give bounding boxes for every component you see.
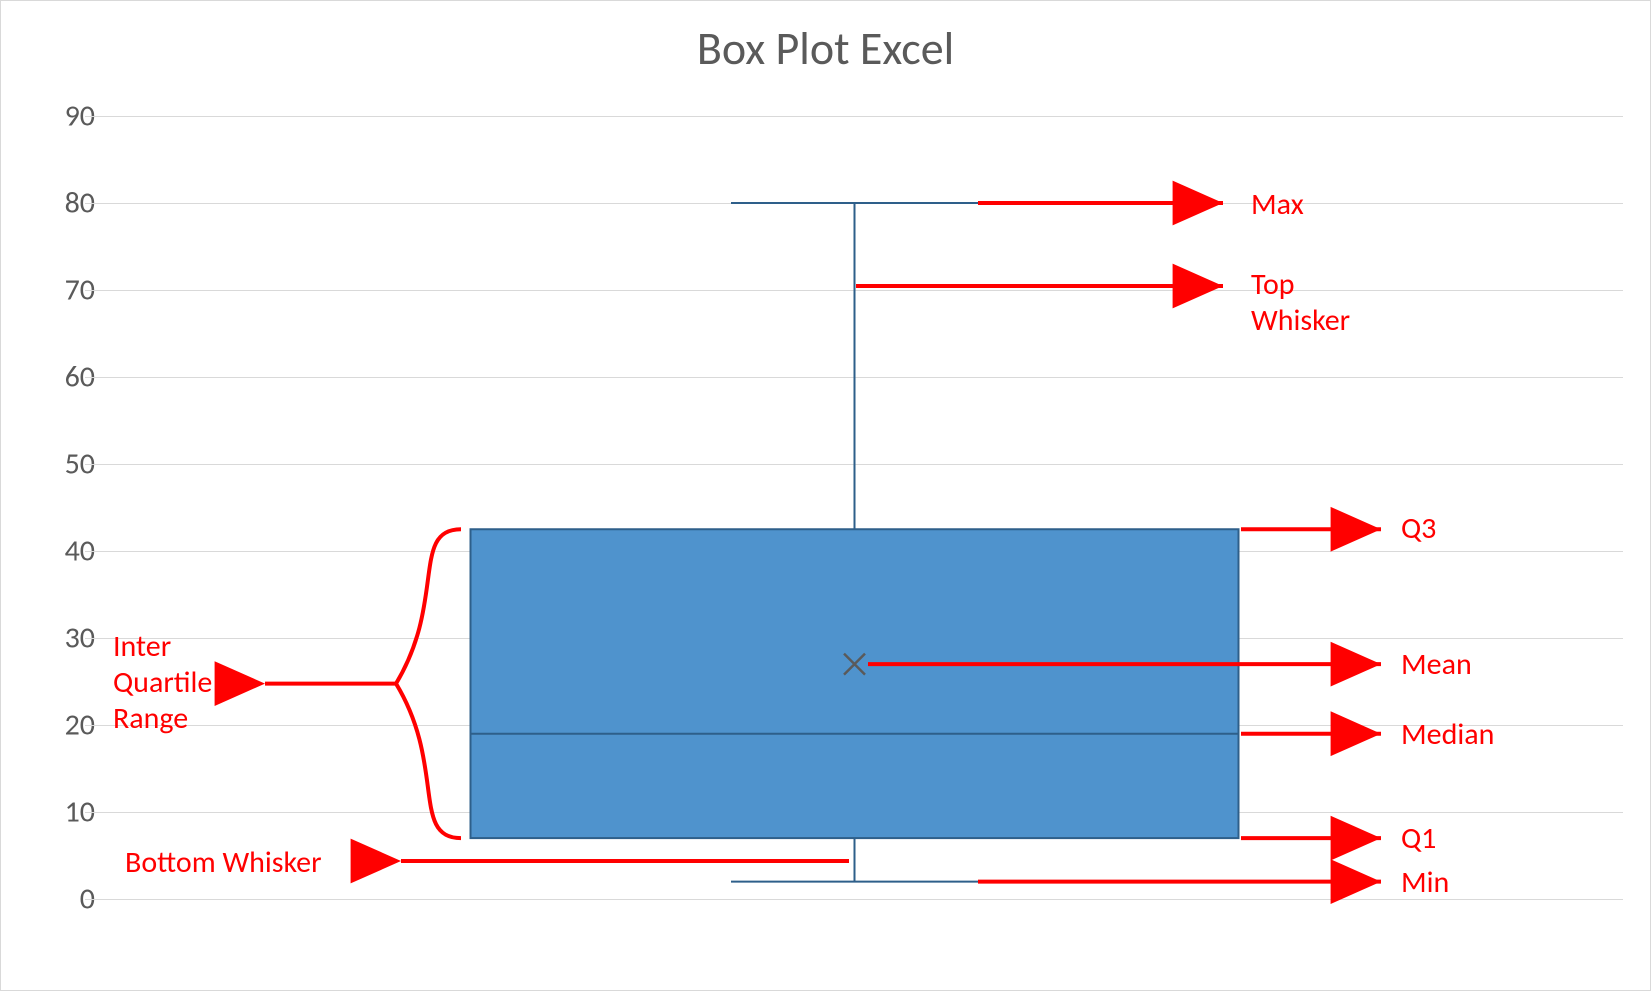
chart-frame: Box Plot Excel 90 80 70 60 50 40 30 20 1… [0,0,1651,991]
gridline [85,725,1623,726]
gridline [85,377,1623,378]
gridline [85,899,1623,900]
gridline [85,464,1623,465]
gridline [85,812,1623,813]
annot-q3: Q3 [1401,511,1436,547]
annot-q1: Q1 [1401,821,1436,857]
annot-min: Min [1401,865,1449,901]
chart-title: Box Plot Excel [1,21,1650,77]
annot-iqr: Inter Quartile Range [113,629,212,737]
annot-mean: Mean [1401,647,1472,683]
plot-area [85,116,1623,899]
annot-top-whisker: Top Whisker [1251,267,1350,339]
annot-median: Median [1401,717,1494,753]
gridline [85,551,1623,552]
gridline [85,638,1623,639]
gridline [85,290,1623,291]
gridline [85,203,1623,204]
annot-bottom-whisker: Bottom Whisker [125,845,322,881]
gridline [85,116,1623,117]
annot-max: Max [1251,187,1304,223]
